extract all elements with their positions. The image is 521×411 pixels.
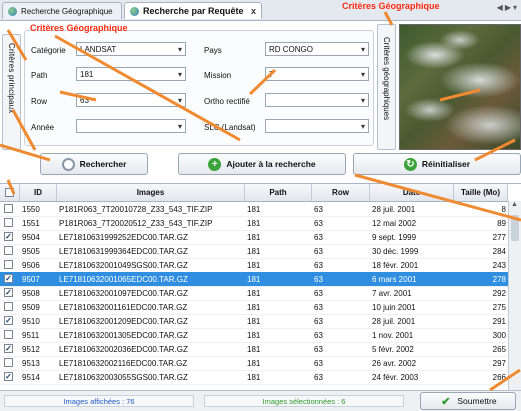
arrow-line [6,179,16,195]
arrow-line [11,109,37,151]
arrow-line [489,368,521,392]
annotation-arrows [0,11,521,392]
arrow-line [54,34,241,142]
arrow-line [439,88,481,102]
arrow-line [354,173,521,222]
arrow-line [59,90,97,102]
arrow-line [248,68,277,96]
arrow-line [0,143,51,162]
arrow-line [474,138,516,162]
arrow-line [383,11,394,26]
arrow-line [6,29,28,61]
